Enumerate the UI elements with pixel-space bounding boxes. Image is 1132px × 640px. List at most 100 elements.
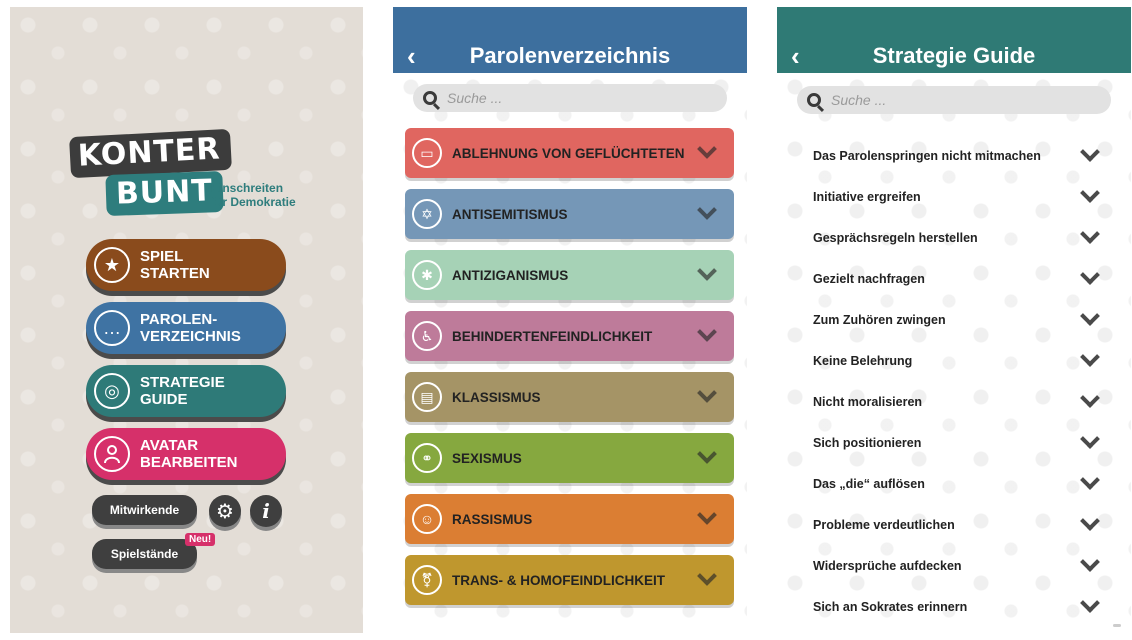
category-item[interactable]: ☺ RASSISMUS [405,494,734,544]
strategy-guide-button[interactable]: ◎ STRATEGIE GUIDE [86,365,286,417]
wheelchair-icon: ♿ [412,321,442,351]
category-item[interactable]: ♿ BEHINDERTENFEINDLICHKEIT [405,311,734,361]
strategy-item[interactable]: Sich an Sokrates erinnern [813,592,1103,622]
person-icon [94,436,130,472]
strategy-item[interactable]: Initiative ergreifen [813,182,1103,212]
chevron-down-icon [1080,593,1100,613]
chevron-down-icon [1080,347,1100,367]
category-label: ANTIZIGANISMUS [452,267,569,283]
gear-icon: ⚙ [216,500,234,523]
chevron-down-icon [1080,429,1100,449]
new-badge: Neu! [185,533,216,546]
logo-tagline: Einschreiten für Demokratie [211,181,296,209]
category-label: KLASSISMUS [452,389,541,405]
main-menu-screen: KONTER BUNT Einschreiten für Demokratie … [10,7,363,633]
category-label: SEXISMUS [452,450,522,466]
slogan-directory-button-label: PAROLEN- VERZEICHNIS [140,311,241,345]
search-bar [413,84,727,112]
speech-bubble-icon: … [94,310,130,346]
info-button[interactable]: i [250,495,282,527]
search-bar [797,86,1111,114]
strategy-label: Gezielt nachfragen [813,272,925,286]
page-title: Parolenverzeichnis [469,43,671,68]
contributors-button[interactable]: Mitwirkende [92,495,197,525]
page-title: Strategie Guide [872,43,1036,68]
chevron-down-icon [697,139,717,159]
slogan-directory-button[interactable]: … PAROLEN- VERZEICHNIS [86,302,286,354]
chevron-down-icon [1080,142,1100,162]
wheel-icon: ✱ [412,260,442,290]
transgender-icon: ⚧ [412,565,442,595]
strategy-label: Nicht moralisieren [813,395,923,409]
id-card-icon: ▭ [412,138,442,168]
edit-avatar-button-label: AVATAR BEARBEITEN [140,437,238,471]
chevron-down-icon [1080,306,1100,326]
strategy-label: Sich positionieren [813,436,922,450]
search-input[interactable] [447,90,647,106]
star-icon: ★ [94,247,130,283]
header: ‹ Parolenverzeichnis [393,7,747,73]
logo-word-bunt: BUNT [105,170,224,217]
star-of-david-icon: ✡ [412,199,442,229]
chevron-down-icon [1080,552,1100,572]
strategy-guide-button-label: STRATEGIE GUIDE [140,374,225,408]
strategy-label: Probleme verdeutlichen [813,518,955,532]
strategy-item[interactable]: Das „die“ auflösen [813,469,1103,499]
category-item[interactable]: ✱ ANTIZIGANISMUS [405,250,734,300]
play-button-label: SPIEL STARTEN [140,248,210,282]
chevron-down-icon [1080,470,1100,490]
strategy-label: Widersprüche aufdecken [813,559,962,573]
settings-button[interactable]: ⚙ [209,495,241,527]
strategy-label: Initiative ergreifen [813,190,921,204]
strategy-label: Das Parolenspringen nicht mitmachen [813,149,1041,163]
strategy-item[interactable]: Gezielt nachfragen [813,264,1103,294]
strategy-item[interactable]: Widersprüche aufdecken [813,551,1103,581]
scrollbar[interactable] [1113,624,1121,627]
savegames-button[interactable]: Spielstände [92,539,197,569]
info-icon: i [262,499,270,523]
category-label: RASSISMUS [452,511,533,527]
search-input[interactable] [831,92,1031,108]
chevron-down-icon [1080,511,1100,531]
chevron-down-icon [1080,388,1100,408]
category-item[interactable]: ⚧ TRANS- & HOMOFEINDLICHKEIT [405,555,734,605]
chevron-down-icon [697,505,717,525]
strategy-item[interactable]: Das Parolenspringen nicht mitmachen [813,141,1103,171]
chevron-down-icon [697,383,717,403]
category-item[interactable]: ✡ ANTISEMITISMUS [405,189,734,239]
money-icon: ▤ [412,382,442,412]
slogan-directory-screen: ‹ Parolenverzeichnis ▭ ABLEHNUNG VON GEF… [393,7,747,633]
strategy-item[interactable]: Probleme verdeutlichen [813,510,1103,540]
chevron-down-icon [1080,265,1100,285]
strategy-label: Keine Belehrung [813,354,913,368]
chevron-down-icon [1080,224,1100,244]
chevron-down-icon [697,200,717,220]
play-button[interactable]: ★ SPIEL STARTEN [86,239,286,291]
chevron-down-icon [697,322,717,342]
gender-icon: ⚭ [412,443,442,473]
edit-avatar-button[interactable]: AVATAR BEARBEITEN [86,428,286,480]
chevron-down-icon [697,261,717,281]
strategy-label: Sich an Sokrates erinnern [813,600,968,614]
strategy-item[interactable]: Keine Belehrung [813,346,1103,376]
strategy-item[interactable]: Sich positionieren [813,428,1103,458]
strategy-item[interactable]: Zum Zuhören zwingen [813,305,1103,335]
strategy-label: Das „die“ auflösen [813,477,925,491]
category-item[interactable]: ▤ KLASSISMUS [405,372,734,422]
strategy-guide-screen: ‹ Strategie Guide Das Parolenspringen ni… [777,7,1131,633]
category-label: BEHINDERTENFEINDLICHKEIT [452,328,653,344]
category-label: TRANS- & HOMOFEINDLICHKEIT [452,572,665,588]
category-label: ABLEHNUNG VON GEFLÜCHTETEN [452,145,685,161]
category-label: ANTISEMITISMUS [452,206,568,222]
chevron-down-icon [697,444,717,464]
category-item[interactable]: ▭ ABLEHNUNG VON GEFLÜCHTETEN [405,128,734,178]
chevron-down-icon [1080,183,1100,203]
strategy-item[interactable]: Nicht moralisieren [813,387,1103,417]
target-icon: ◎ [94,373,130,409]
strategy-label: Zum Zuhören zwingen [813,313,946,327]
people-icon: ☺ [412,504,442,534]
strategy-item[interactable]: Gesprächsregeln herstellen [813,223,1103,253]
category-item[interactable]: ⚭ SEXISMUS [405,433,734,483]
search-icon [423,91,437,105]
chevron-down-icon [697,566,717,586]
